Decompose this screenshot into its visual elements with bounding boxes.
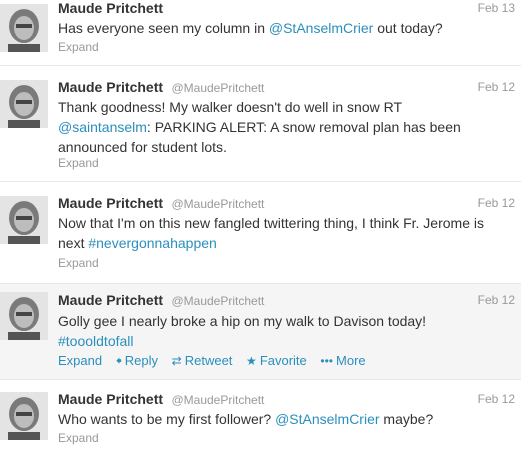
tweet-timestamp[interactable]: Feb 12 [478,293,515,307]
tweet-text-segment: Has everyone seen my column in [58,20,269,36]
tweet-text: Now that I'm on this new fangled twitter… [58,213,498,253]
tweet-timestamp[interactable]: Feb 12 [478,392,515,406]
expand-link[interactable]: Expand [58,256,99,270]
tweet-fullname[interactable]: Maude Pritchett [58,292,163,308]
avatar-image [0,392,48,440]
avatar-image [0,292,48,340]
hashtag-link[interactable]: #toooldtofall [58,333,134,349]
mention-link[interactable]: @StAnselmCrier [275,411,379,427]
avatar[interactable] [0,292,48,340]
tweet-timestamp[interactable]: Feb 12 [478,80,515,94]
tweet-text: Golly gee I nearly broke a hip on my wal… [58,311,498,351]
tweet[interactable]: Maude Pritchett @MaudePritchett Feb 12 N… [0,182,521,284]
retweet-label: Retweet [184,353,233,368]
expand-link[interactable]: Expand [58,156,99,170]
tweet-username[interactable]: @MaudePritchett [171,294,264,308]
tweet-text-segment: maybe? [379,411,434,427]
tweet-fullname[interactable]: Maude Pritchett [58,79,163,95]
tweet-text-segment: out today? [373,20,443,36]
reply-action[interactable]: 🠸 Reply [116,353,158,368]
expand-link[interactable]: Expand [58,353,102,368]
favorite-action[interactable]: ★ Favorite [246,353,307,368]
star-icon: ★ [246,354,257,368]
favorite-label: Favorite [259,353,307,368]
tweet-text: Who wants to be my first follower? @StAn… [58,409,498,429]
tweet-text-segment: Golly gee I nearly broke a hip on my wal… [58,313,427,329]
avatar[interactable] [0,4,48,52]
reply-arrow-icon: 🠸 [115,354,122,368]
reply-label: Reply [124,353,159,368]
tweet-fullname[interactable]: Maude Pritchett [58,391,163,407]
expand-link[interactable]: Expand [58,431,99,445]
more-label: More [336,353,366,368]
expand-link[interactable]: Expand [58,40,99,54]
avatar-image [0,80,48,128]
tweet-text-segment: Who wants to be my first follower? [58,411,276,427]
mention-link[interactable]: @StAnselmCrier [269,20,373,36]
tweet-text: Has everyone seen my column in @StAnselm… [58,18,498,38]
hashtag-link[interactable]: #nevergonnahappen [88,235,216,251]
mention-link[interactable]: @saintanselm [58,119,147,135]
tweet[interactable]: Maude Pritchett Feb 13 Has everyone seen… [0,0,521,66]
tweet[interactable]: Maude Pritchett @MaudePritchett Feb 12 W… [0,380,521,458]
retweet-icon: ⇄ [171,354,182,368]
tweet-fullname[interactable]: Maude Pritchett [58,195,163,211]
tweet-text-segment: Thank goodness! My walker doesn't do wel… [58,99,402,115]
more-dots-icon: ••• [320,354,334,368]
avatar[interactable] [0,196,48,244]
tweet[interactable]: Maude Pritchett @MaudePritchett Feb 12 G… [0,284,521,380]
avatar[interactable] [0,392,48,440]
tweet-timestamp[interactable]: Feb 12 [478,196,515,210]
tweet-username[interactable]: @MaudePritchett [171,393,264,407]
tweet-text: Thank goodness! My walker doesn't do wel… [58,97,498,157]
tweet-actions: Expand 🠸 Reply ⇄ Retweet ★ Favorite ••• More [58,352,376,373]
avatar[interactable] [0,80,48,128]
tweet-username[interactable]: @MaudePritchett [171,197,264,211]
avatar-image [0,196,48,244]
avatar-image [0,4,48,52]
tweet-timestamp[interactable]: Feb 13 [478,1,515,15]
tweet-username[interactable]: @MaudePritchett [171,81,264,95]
more-action[interactable]: ••• More [320,353,365,368]
retweet-action[interactable]: ⇄ Retweet [172,353,233,368]
tweet[interactable]: Maude Pritchett @MaudePritchett Feb 12 T… [0,66,521,182]
tweet-fullname[interactable]: Maude Pritchett [58,0,163,16]
